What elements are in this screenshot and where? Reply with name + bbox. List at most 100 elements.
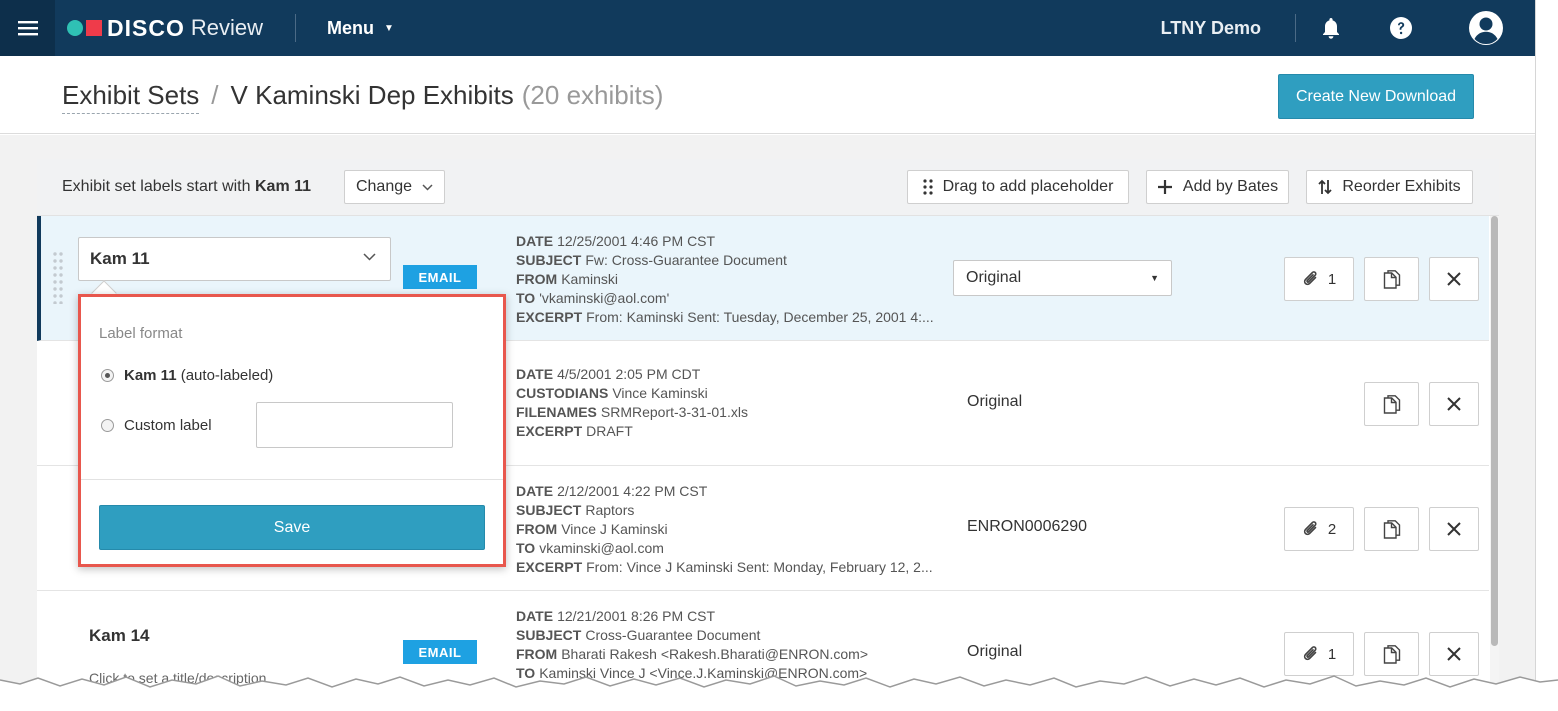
list-scrollbar[interactable] bbox=[1490, 216, 1499, 690]
logo-square-icon bbox=[86, 20, 102, 36]
top-bar: DISCO Review Menu ▼ LTNY Demo bbox=[0, 0, 1535, 56]
help-question-icon[interactable] bbox=[1366, 0, 1436, 56]
exhibit-metadata: DATE 4/5/2001 2:05 PM CDT CUSTODIANS Vince… bbox=[516, 365, 748, 441]
meta-line: EXCERPT From: Vince J Kaminski Sent: Mond… bbox=[516, 559, 933, 575]
exhibit-label: Kam 11 bbox=[90, 249, 150, 268]
close-icon bbox=[1447, 272, 1461, 286]
drag-grip-icon bbox=[923, 179, 933, 195]
add-by-bates-button[interactable]: Add by Bates bbox=[1146, 170, 1289, 204]
meta-line: FROM Vince J Kaminski bbox=[516, 521, 668, 537]
user-avatar-icon[interactable] bbox=[1436, 0, 1535, 56]
meta-line: FILENAMES SRMReport-3-31-01.xls bbox=[516, 404, 748, 420]
meta-line: EXCERPT From: Kaminski Sent: Tuesday, Dec… bbox=[516, 309, 934, 325]
download-version-select[interactable]: Original ▼ bbox=[953, 260, 1172, 296]
page-header: Exhibit Sets / V Kaminski Dep Exhibits (… bbox=[0, 56, 1535, 134]
chevron-down-icon bbox=[422, 183, 433, 191]
meta-line: DATE 12/21/2001 8:26 PM CST bbox=[516, 608, 716, 624]
label-format-popup: Label format Kam 11 (auto-labeled) Custo… bbox=[78, 294, 506, 567]
topbar-divider bbox=[294, 14, 296, 42]
attachment-count: 2 bbox=[1327, 520, 1337, 538]
label-start-text: Exhibit set labels start with Kam 11 bbox=[62, 178, 311, 196]
meta-line: SUBJECT Raptors bbox=[516, 502, 635, 518]
download-version-text: Original bbox=[967, 393, 1023, 410]
auto-label-option[interactable]: Kam 11 (auto-labeled) bbox=[124, 367, 273, 384]
copy-button[interactable] bbox=[1364, 382, 1419, 426]
custom-label-input[interactable] bbox=[256, 402, 453, 448]
change-label-text: Change bbox=[355, 178, 413, 195]
exhibit-label[interactable]: Kam 14 bbox=[89, 626, 149, 646]
change-label-button[interactable]: Change bbox=[344, 170, 445, 204]
sort-arrows-icon bbox=[1318, 179, 1332, 195]
copy-document-icon bbox=[1383, 270, 1400, 289]
torn-edge-decoration bbox=[0, 675, 1558, 711]
drag-handle-icon[interactable] bbox=[53, 252, 63, 304]
label-start-prefix: Exhibit set labels start with bbox=[62, 178, 251, 195]
meta-line: EXCERPT DRAFT bbox=[516, 423, 633, 439]
close-icon bbox=[1447, 397, 1461, 411]
download-version-value: Original bbox=[966, 269, 1022, 286]
meta-line: DATE 2/12/2001 4:22 PM CST bbox=[516, 483, 708, 499]
breadcrumb-separator: / bbox=[211, 80, 219, 110]
drag-placeholder-text: Drag to add placeholder bbox=[942, 178, 1114, 195]
reorder-exhibits-text: Reorder Exhibits bbox=[1342, 178, 1461, 195]
main-menu-label: Menu bbox=[326, 17, 374, 38]
app-logo[interactable]: DISCO Review bbox=[67, 15, 263, 42]
drag-placeholder-button[interactable]: Drag to add placeholder bbox=[907, 170, 1129, 204]
doc-type-badge: EMAIL bbox=[403, 265, 477, 289]
exhibit-label-dropdown[interactable]: Kam 11 bbox=[78, 237, 391, 281]
page-title: V Kaminski Dep Exhibits bbox=[230, 80, 514, 110]
attachment-count: 1 bbox=[1327, 270, 1337, 288]
hamburger-menu-icon[interactable] bbox=[0, 0, 55, 56]
product-name: Review bbox=[190, 15, 263, 40]
meta-line: DATE 12/25/2001 4:46 PM CST bbox=[516, 233, 716, 249]
remove-exhibit-button[interactable] bbox=[1429, 507, 1479, 551]
topbar-right: LTNY Demo bbox=[1161, 0, 1535, 56]
app-window: DISCO Review Menu ▼ LTNY Demo Exhibit Se… bbox=[0, 0, 1536, 690]
plus-icon bbox=[1157, 180, 1172, 194]
main-menu-button[interactable]: Menu ▼ bbox=[327, 18, 394, 39]
meta-line: CUSTODIANS Vince Kaminski bbox=[516, 385, 708, 401]
exhibit-toolbar: Exhibit set labels start with Kam 11 Cha… bbox=[37, 159, 1499, 216]
paperclip-icon bbox=[1303, 271, 1317, 286]
auto-label-suffix: (auto-labeled) bbox=[180, 367, 274, 384]
meta-line: SUBJECT Cross-Guarantee Document bbox=[516, 627, 761, 643]
attachments-button[interactable]: 2 bbox=[1284, 507, 1354, 551]
logo-dot-icon bbox=[67, 20, 83, 36]
remove-exhibit-button[interactable] bbox=[1429, 257, 1479, 301]
meta-line: SUBJECT Fw: Cross-Guarantee Document bbox=[516, 252, 787, 268]
custom-label-radio[interactable] bbox=[101, 419, 114, 432]
auto-label-value: Kam 11 bbox=[124, 367, 177, 384]
exhibit-metadata: DATE 2/12/2001 4:22 PM CST SUBJECT Raptors… bbox=[516, 482, 933, 577]
auto-label-radio[interactable] bbox=[101, 369, 114, 382]
meta-line: FROM Kaminski bbox=[516, 271, 619, 287]
exhibit-count: (20 exhibits) bbox=[521, 80, 664, 110]
download-version-text: ENRON0006290 bbox=[967, 518, 1088, 535]
custom-label-option[interactable]: Custom label bbox=[124, 417, 212, 434]
breadcrumb-exhibit-sets[interactable]: Exhibit Sets bbox=[62, 80, 200, 114]
reorder-exhibits-button[interactable]: Reorder Exhibits bbox=[1306, 170, 1473, 204]
caret-down-icon: ▼ bbox=[383, 22, 394, 34]
copy-button[interactable] bbox=[1364, 507, 1419, 551]
attachments-button[interactable]: 1 bbox=[1284, 257, 1354, 301]
create-new-download-button[interactable]: Create New Download bbox=[1278, 74, 1474, 119]
meta-line: TO'vkaminski@aol.com' bbox=[516, 290, 670, 306]
breadcrumb: Exhibit Sets / V Kaminski Dep Exhibits (… bbox=[62, 80, 663, 114]
add-by-bates-text: Add by Bates bbox=[1182, 178, 1279, 195]
org-name[interactable]: LTNY Demo bbox=[1161, 18, 1261, 39]
copy-document-icon bbox=[1383, 395, 1400, 414]
paperclip-icon bbox=[1303, 521, 1317, 536]
remove-exhibit-button[interactable] bbox=[1429, 382, 1479, 426]
exhibit-metadata: DATE 12/25/2001 4:46 PM CST SUBJECT Fw: Cr… bbox=[516, 232, 934, 327]
save-button[interactable]: Save bbox=[99, 505, 485, 550]
popup-title: Label format bbox=[99, 325, 183, 342]
caret-down-icon: ▼ bbox=[1150, 273, 1159, 283]
popup-divider bbox=[81, 479, 503, 480]
chevron-down-icon bbox=[363, 253, 376, 261]
copy-button[interactable] bbox=[1364, 257, 1419, 301]
scrollbar-thumb[interactable] bbox=[1491, 216, 1498, 646]
label-start-value: Kam 11 bbox=[254, 178, 312, 195]
copy-document-icon bbox=[1383, 520, 1400, 539]
notifications-bell-icon[interactable] bbox=[1296, 0, 1366, 56]
brand-name: DISCO bbox=[107, 14, 185, 41]
meta-line: TO vkaminski@aol.com bbox=[516, 540, 664, 556]
